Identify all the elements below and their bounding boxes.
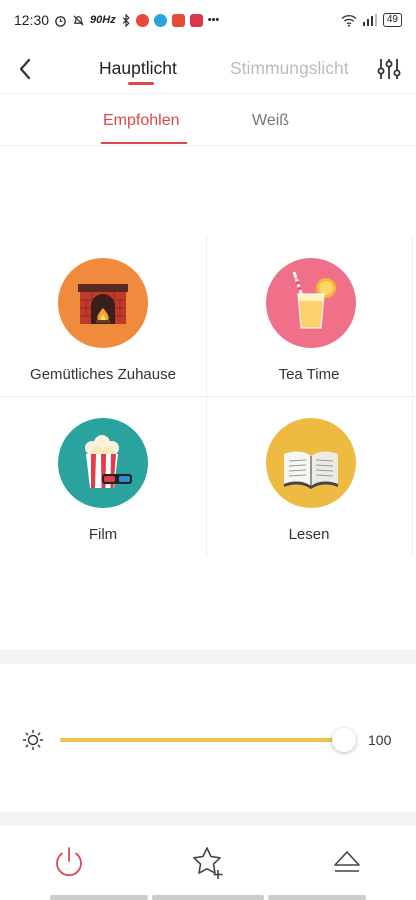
active-subtab-indicator xyxy=(101,142,187,144)
signal-icon xyxy=(362,14,377,26)
music-app-icon xyxy=(135,13,149,27)
fireplace-icon xyxy=(58,258,148,348)
brightness-slider-thumb[interactable] xyxy=(332,728,356,752)
section-divider xyxy=(0,812,416,826)
section-divider xyxy=(0,650,416,664)
settings-sliders-icon[interactable] xyxy=(376,56,402,82)
status-time: 12:30 xyxy=(14,12,50,28)
bottom-action-bar xyxy=(0,826,416,900)
mail-app-icon xyxy=(171,13,185,27)
scene-label: Tea Time xyxy=(278,366,340,383)
eject-icon[interactable] xyxy=(327,842,367,882)
bluetooth-icon xyxy=(122,13,130,27)
power-icon[interactable] xyxy=(49,842,89,882)
brightness-slider[interactable] xyxy=(60,728,356,752)
scene-label: Film xyxy=(88,526,118,543)
tab-empfohlen[interactable]: Empfohlen xyxy=(103,112,180,130)
brightness-value: 100 xyxy=(368,732,392,748)
scene-label: Lesen xyxy=(288,526,330,543)
scene-lesen[interactable]: Lesen xyxy=(206,396,412,556)
more-notifications-icon: ••• xyxy=(207,13,220,26)
nav-indicator xyxy=(152,895,264,900)
alarm-icon xyxy=(55,15,66,27)
brightness-sun-icon xyxy=(22,729,44,751)
tab-stimmungslicht[interactable]: Stimmungslicht xyxy=(230,58,349,79)
scene-tea-time[interactable]: Tea Time xyxy=(206,236,412,396)
scene-gemuetliches-zuhause[interactable]: Gemütliches Zuhause xyxy=(0,236,206,396)
tab-weiss[interactable]: Weiß xyxy=(252,112,289,130)
tab-hauptlicht[interactable]: Hauptlicht xyxy=(99,58,177,79)
refresh-rate: 90Hz xyxy=(90,13,116,26)
scene-label: Gemütliches Zuhause xyxy=(30,366,176,383)
brightness-control: 100 xyxy=(0,724,416,758)
popcorn-icon xyxy=(58,418,148,508)
brightness-slider-fill xyxy=(60,738,344,742)
back-icon[interactable] xyxy=(14,54,38,84)
active-tab-indicator xyxy=(128,82,154,85)
game-app-icon xyxy=(189,13,203,27)
status-bar: 12:30 90Hz ••• 49 xyxy=(0,0,416,40)
star-plus-icon[interactable] xyxy=(188,842,228,882)
grid-divider xyxy=(412,236,413,556)
top-navigation: Hauptlicht Stimmungslicht xyxy=(0,44,416,94)
nav-indicator xyxy=(50,895,148,900)
mute-bell-icon xyxy=(73,14,84,26)
scene-grid: Gemütliches Zuhause Tea Time Film Lesen xyxy=(0,236,416,556)
scene-film[interactable]: Film xyxy=(0,396,206,556)
telegram-icon xyxy=(153,13,167,27)
book-icon xyxy=(266,418,356,508)
nav-indicator xyxy=(268,895,366,900)
scene-category-tabs: Empfohlen Weiß xyxy=(0,96,416,146)
wifi-icon xyxy=(341,14,357,27)
drink-icon xyxy=(266,258,356,348)
battery-indicator: 49 xyxy=(382,13,402,27)
